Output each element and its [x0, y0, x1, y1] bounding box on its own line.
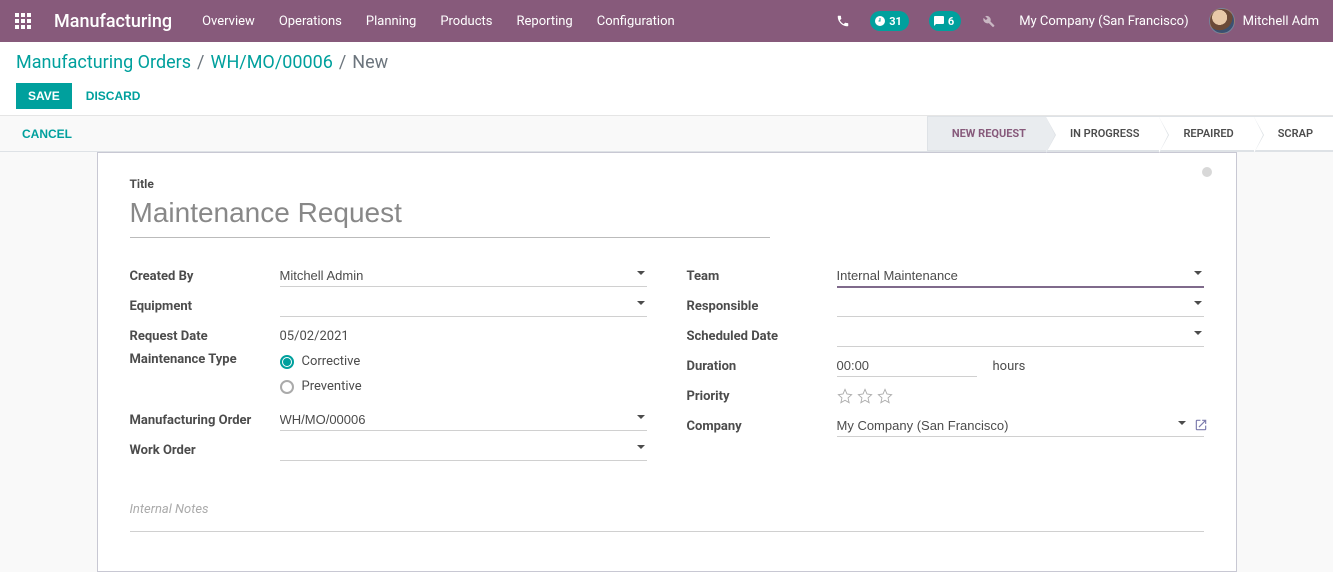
priority-stars	[837, 388, 1204, 404]
discard-button[interactable]: Discard	[82, 83, 145, 109]
discuss-count: 6	[948, 15, 954, 28]
radio-corrective[interactable]: Corrective	[280, 354, 647, 369]
label-priority: Priority	[687, 389, 837, 404]
form-background: Title Created By Equipment	[0, 152, 1333, 572]
input-duration[interactable]	[837, 355, 977, 377]
nav-overview[interactable]: Overview	[190, 0, 267, 42]
nav-products[interactable]: Products	[428, 0, 504, 42]
breadcrumb-parent[interactable]: WH/MO/00006	[210, 52, 332, 73]
avatar	[1209, 8, 1235, 34]
input-manufacturing-order[interactable]	[280, 409, 647, 431]
notes-input[interactable]: Internal Notes	[130, 496, 1204, 532]
nav-planning[interactable]: Planning	[354, 0, 428, 42]
step-new-request[interactable]: New Request	[927, 116, 1046, 151]
input-created-by[interactable]	[280, 265, 647, 287]
external-link-icon[interactable]	[1194, 418, 1208, 432]
label-equipment: Equipment	[130, 299, 280, 314]
value-request-date: 05/02/2021	[280, 326, 349, 347]
label-maintenance-type: Maintenance Type	[130, 352, 280, 367]
left-column: Created By Equipment Request Date	[130, 262, 647, 466]
input-work-order[interactable]	[280, 439, 647, 461]
nav-operations[interactable]: Operations	[267, 0, 354, 42]
input-company[interactable]	[837, 415, 1204, 437]
save-button[interactable]: Save	[16, 83, 72, 109]
control-panel: Manufacturing Orders / WH/MO/00006 / New…	[0, 42, 1333, 116]
label-work-order: Work Order	[130, 443, 280, 458]
breadcrumb: Manufacturing Orders / WH/MO/00006 / New	[16, 52, 1317, 73]
activities-icon[interactable]: 31	[860, 0, 919, 42]
app-title[interactable]: Manufacturing	[46, 11, 190, 32]
apps-icon[interactable]	[0, 0, 46, 42]
nav-menu: Overview Operations Planning Products Re…	[190, 0, 687, 42]
label-company: Company	[687, 419, 837, 434]
discuss-icon[interactable]: 6	[919, 0, 971, 42]
label-created-by: Created By	[130, 269, 280, 284]
step-repaired[interactable]: Repaired	[1159, 116, 1253, 151]
radio-preventive[interactable]: Preventive	[280, 379, 647, 394]
breadcrumb-current: New	[352, 52, 388, 73]
input-responsible[interactable]	[837, 295, 1204, 317]
label-duration: Duration	[687, 359, 837, 374]
user-menu[interactable]: Mitchell Adm	[1203, 8, 1325, 34]
kanban-state-icon[interactable]	[1202, 167, 1212, 177]
statusbar: Cancel New Request In Progress Repaired …	[0, 116, 1333, 152]
company-switcher[interactable]: My Company (San Francisco)	[1005, 14, 1202, 29]
label-team: Team	[687, 269, 837, 284]
label-manufacturing-order: Manufacturing Order	[130, 413, 280, 428]
star-icon[interactable]	[877, 388, 893, 404]
title-label: Title	[130, 177, 1204, 191]
label-request-date: Request Date	[130, 329, 280, 344]
star-icon[interactable]	[837, 388, 853, 404]
nav-reporting[interactable]: Reporting	[505, 0, 585, 42]
user-name: Mitchell Adm	[1243, 14, 1319, 29]
breadcrumb-root[interactable]: Manufacturing Orders	[16, 52, 191, 73]
label-scheduled-date: Scheduled Date	[687, 329, 837, 344]
title-input[interactable]	[130, 195, 770, 238]
top-navbar: Manufacturing Overview Operations Planni…	[0, 0, 1333, 42]
input-scheduled-date[interactable]	[837, 325, 1204, 347]
duration-unit: hours	[993, 359, 1026, 374]
activities-count: 31	[889, 15, 902, 28]
label-responsible: Responsible	[687, 299, 837, 314]
step-in-progress[interactable]: In Progress	[1046, 116, 1159, 151]
right-column: Team Responsible Scheduled Date	[687, 262, 1204, 466]
cancel-button[interactable]: Cancel	[16, 116, 78, 151]
debug-icon[interactable]	[971, 0, 1005, 42]
nav-configuration[interactable]: Configuration	[585, 0, 687, 42]
input-team[interactable]	[837, 265, 1204, 288]
step-scrap[interactable]: Scrap	[1254, 116, 1333, 151]
form-sheet: Title Created By Equipment	[97, 152, 1237, 572]
status-steps: New Request In Progress Repaired Scrap	[927, 116, 1333, 151]
phone-icon[interactable]	[826, 0, 860, 42]
star-icon[interactable]	[857, 388, 873, 404]
radio-group-maintenance-type: Corrective Preventive	[280, 352, 647, 396]
input-equipment[interactable]	[280, 295, 647, 317]
